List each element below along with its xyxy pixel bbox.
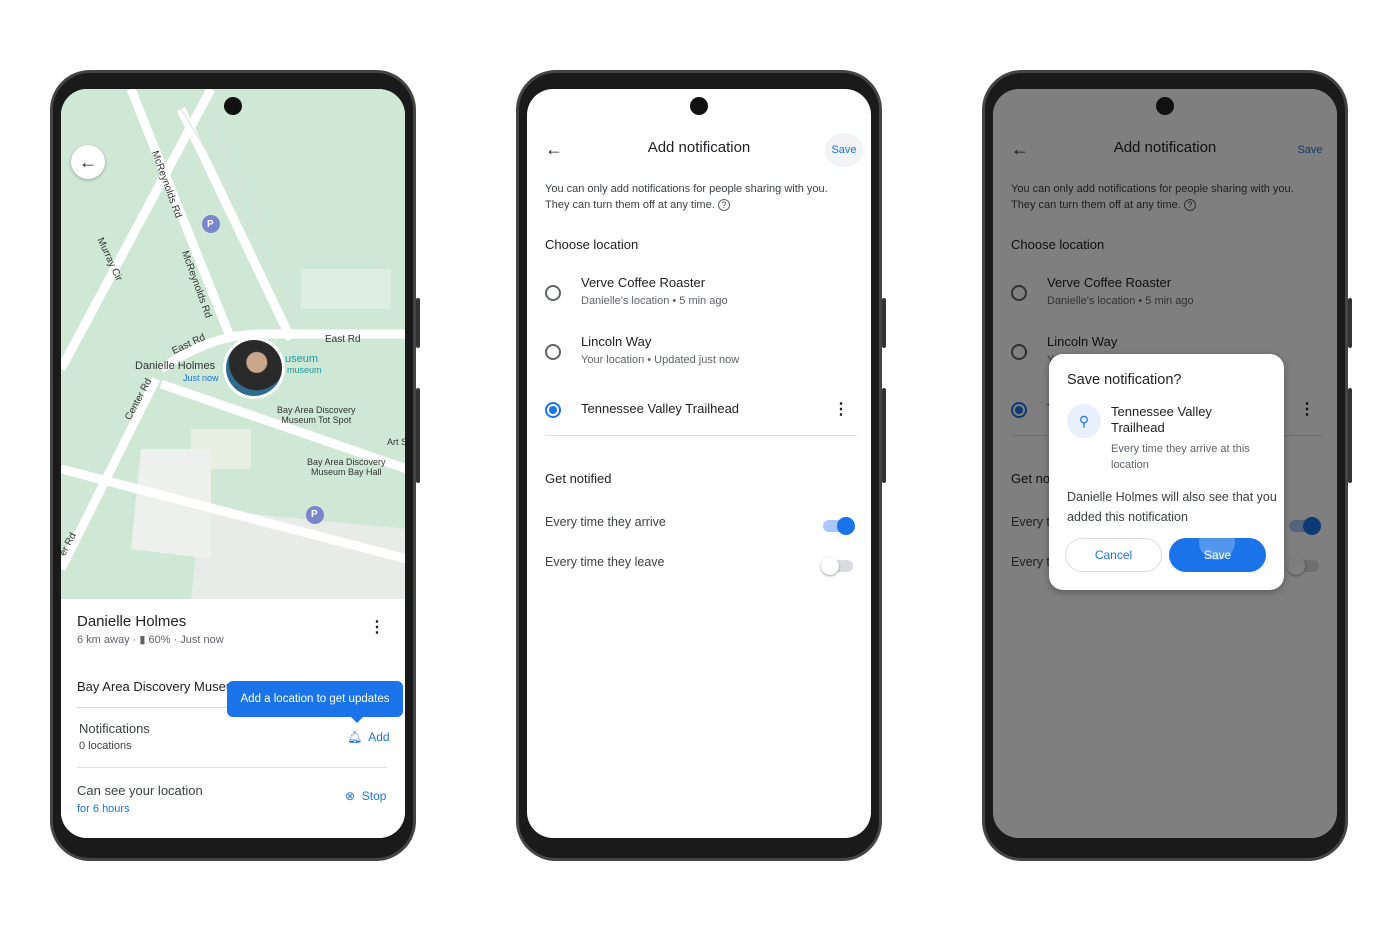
phone-add-notification: ← Add notification Save You can only add… [516,70,886,861]
person-map-time: Just now [183,373,219,383]
battery-icon: ▮ [139,634,146,646]
poi-label: museum [287,365,322,375]
poi-label: Art S [387,437,405,447]
sharing-duration: for 6 hours [77,803,130,815]
cancel-button[interactable]: Cancel [1065,538,1162,572]
leave-toggle[interactable] [821,557,853,575]
section-get-notified: Get notified [545,471,612,486]
arrive-toggle[interactable] [823,517,855,535]
notifications-count: 0 locations [79,740,132,752]
add-notification-button[interactable]: 🔔︎ Add [347,730,390,744]
help-icon[interactable]: ? [717,199,730,211]
save-button[interactable]: Save [825,133,863,167]
bell-icon: 🔔︎ [347,730,363,744]
poi-label: Bay Area Discovery Museum Tot Spot [277,405,356,425]
stop-sharing-button[interactable]: ⊗ Stop [345,789,386,803]
distance: 6 km away · [77,634,137,646]
dialog-title: Save notification? [1067,372,1182,388]
current-place: Bay Area Discovery Museum [77,679,237,694]
radio-button[interactable] [545,344,561,360]
location-pin-icon: ⚲ [1067,404,1101,438]
add-label: Add [368,730,390,744]
camera [224,97,242,115]
dialog-place-detail: Every time they arrive at this location [1111,443,1250,471]
location-name: Tennessee Valley Trailhead [581,401,740,416]
arrow-left-icon: ← [79,152,97,172]
parking-icon: P [311,509,318,520]
tooltip: Add a location to get updates [227,681,403,723]
location-detail: Your location • Updated just now [581,354,740,366]
phone-map-view: P P McReynolds Rd McReynolds Rd Murray C… [50,70,420,861]
section-choose-location: Choose location [545,237,639,252]
notifications-label: Notifications [79,721,150,736]
cancel-circle-icon: ⊗ [345,789,356,803]
dialog-message: Danielle Holmes will also see that you a… [1067,490,1277,524]
person-name: Danielle Holmes [77,613,187,630]
stop-label: Stop [361,789,387,803]
avatar[interactable] [223,337,285,399]
tooltip-text: Add a location to get updates [240,693,390,705]
sharing-label: Can see your location [77,783,203,798]
poi-label: useum [285,353,319,365]
save-notification-dialog: Save notification? ⚲ Tennessee Valley Tr… [1049,354,1284,590]
cancel-label: Cancel [1094,548,1133,562]
road-label: East Rd [325,334,361,345]
map[interactable]: P P McReynolds Rd McReynolds Rd Murray C… [61,89,405,599]
dialog-place: Tennessee Valley Trailhead [1111,404,1212,435]
more-options-icon[interactable]: ⋮ [833,399,849,419]
location-name: Lincoln Way [581,334,652,349]
confirm-save-button[interactable]: Save [1169,524,1266,572]
touch-indicator [1199,524,1235,560]
save-label: Save [831,144,857,156]
option-arrive-label: Every time they arrive [545,515,666,529]
back-button[interactable]: ← [71,145,105,179]
radio-button-selected[interactable] [545,402,561,418]
more-options-icon[interactable]: ⋮ [369,617,385,637]
radio-button[interactable] [545,285,561,301]
location-name: Verve Coffee Roaster [581,275,706,290]
person-map-label: Danielle Holmes [135,360,216,372]
location-detail: Danielle's location • 5 min ago [581,295,728,307]
info-text: You can only add notifications for peopl… [545,183,828,211]
parking-icon: P [207,219,214,230]
battery-status: 60% · Just now [148,634,224,646]
person-panel: Danielle Holmes 6 km away · ▮ 60% · Just… [61,599,405,838]
poi-label: Bay Area Discovery Museum Bay Hall [307,457,386,477]
option-leave-label: Every time they leave [545,555,665,569]
page-title: Add notification [647,139,751,156]
